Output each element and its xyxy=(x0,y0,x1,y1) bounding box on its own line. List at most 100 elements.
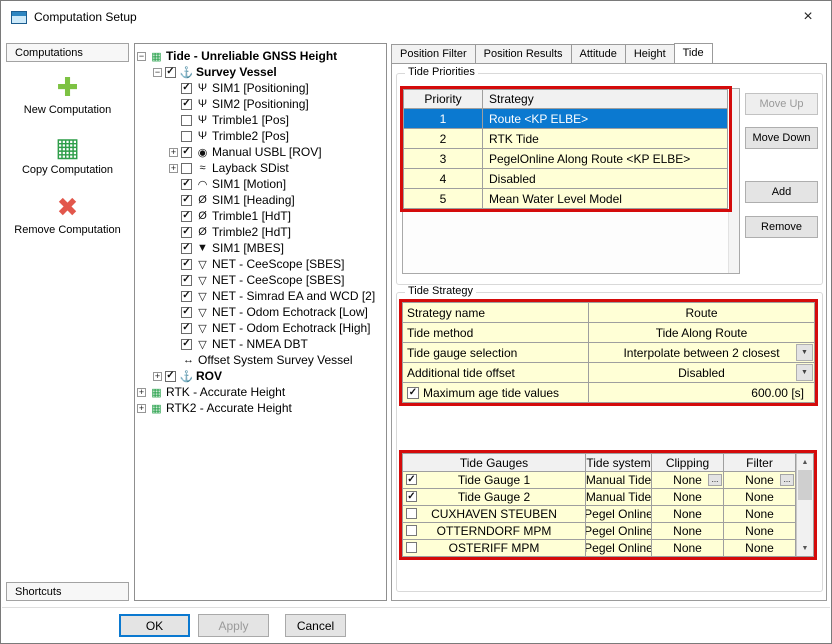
tree-checkbox[interactable] xyxy=(181,131,192,142)
scroll-down-button[interactable]: ▼ xyxy=(797,540,813,556)
tide-priorities-grid-host: PriorityStrategy1Route <KP ELBE>2RTK Tid… xyxy=(402,88,740,274)
gauge-row[interactable]: ✓Tide Gauge 1Manual TideNone...None... xyxy=(403,472,796,489)
expander-icon[interactable]: + xyxy=(153,372,162,381)
expander-icon[interactable]: − xyxy=(153,68,162,77)
tree-item[interactable]: ΨTrimble1 [Pos] xyxy=(135,112,386,128)
filter-more-button[interactable]: ... xyxy=(780,474,794,486)
priority-row[interactable]: 1Route <KP ELBE> xyxy=(403,109,729,129)
tree-item[interactable]: +✓◉Manual USBL [ROV] xyxy=(135,144,386,160)
tree-checkbox[interactable]: ✓ xyxy=(181,323,192,334)
tree-item[interactable]: +▦RTK - Accurate Height xyxy=(135,384,386,400)
tree-checkbox[interactable]: ✓ xyxy=(181,179,192,190)
tree-item[interactable]: ✓◠SIM1 [Motion] xyxy=(135,176,386,192)
tree-item[interactable]: ✓ΨSIM2 [Positioning] xyxy=(135,96,386,112)
gauge-checkbox[interactable]: ✓ xyxy=(406,474,417,485)
tree-checkbox[interactable]: ✓ xyxy=(181,211,192,222)
tree-item[interactable]: ✓▽NET - Simrad EA and WCD [2] xyxy=(135,288,386,304)
copy-computation-button[interactable]: ▦Copy Computation xyxy=(6,134,129,176)
expander-icon[interactable]: + xyxy=(137,388,146,397)
gauge-scrollbar[interactable]: ▲ ▼ xyxy=(796,454,813,556)
remove-button[interactable]: Remove xyxy=(745,216,818,238)
scroll-up-button[interactable]: ▲ xyxy=(797,454,813,470)
tree-checkbox[interactable] xyxy=(181,115,192,126)
clipping-more-button[interactable]: ... xyxy=(708,474,722,486)
expander-icon[interactable]: + xyxy=(169,164,178,173)
strategy-label: Tide gauge selection xyxy=(407,346,517,360)
computation-actions: ✚New Computation ▦Copy Computation ✖Remove… xyxy=(6,62,129,236)
tree-item[interactable]: ✓ØTrimble1 [HdT] xyxy=(135,208,386,224)
dropdown-button[interactable]: ▼ xyxy=(796,344,813,361)
tide-priorities-table: PriorityStrategy1Route <KP ELBE>2RTK Tid… xyxy=(403,89,729,209)
gauge-checkbox[interactable] xyxy=(406,508,417,519)
computations-header[interactable]: Computations xyxy=(6,43,129,62)
tree-item[interactable]: +≈Layback SDist xyxy=(135,160,386,176)
shortcuts-header[interactable]: Shortcuts xyxy=(6,582,129,601)
expander-icon[interactable]: + xyxy=(169,148,178,157)
tree-checkbox[interactable]: ✓ xyxy=(181,291,192,302)
gauge-checkbox[interactable] xyxy=(406,542,417,553)
tree-item[interactable]: ✓▽NET - CeeScope [SBES] xyxy=(135,272,386,288)
priority-row[interactable]: 2RTK Tide xyxy=(403,129,729,149)
tree-checkbox[interactable]: ✓ xyxy=(181,99,192,110)
tree-checkbox[interactable]: ✓ xyxy=(181,307,192,318)
tree-checkbox[interactable]: ✓ xyxy=(181,147,192,158)
tree-item[interactable]: −✓⚓Survey Vessel xyxy=(135,64,386,80)
tree-item[interactable]: ✓ΨSIM1 [Positioning] xyxy=(135,80,386,96)
tree-checkbox[interactable] xyxy=(181,163,192,174)
filter-value: None xyxy=(745,473,774,487)
priorities-scrollbar[interactable] xyxy=(728,89,739,273)
tree-item[interactable]: ✓▽NET - NMEA DBT xyxy=(135,336,386,352)
tree-checkbox[interactable]: ✓ xyxy=(181,339,192,350)
tree-item[interactable]: ✓▽NET - Odom Echotrack [Low] xyxy=(135,304,386,320)
tree-item[interactable]: +▦RTK2 - Accurate Height xyxy=(135,400,386,416)
tab-height[interactable]: Height xyxy=(625,44,675,63)
gauge-row[interactable]: OTTERNDORF MPMPegel OnlineNoneNone xyxy=(403,523,796,540)
tree-checkbox[interactable]: ✓ xyxy=(181,259,192,270)
add-button[interactable]: Add xyxy=(745,181,818,203)
gauge-row[interactable]: CUXHAVEN STEUBENPegel OnlineNoneNone xyxy=(403,506,796,523)
strategy-value-cell: Route xyxy=(589,303,815,323)
gauge-checkbox[interactable] xyxy=(406,525,417,536)
expander-icon[interactable]: + xyxy=(137,404,146,413)
tree-checkbox[interactable]: ✓ xyxy=(165,67,176,78)
cancel-button[interactable]: Cancel xyxy=(285,614,346,637)
tree-item[interactable]: ✓ØSIM1 [Heading] xyxy=(135,192,386,208)
priority-row[interactable]: 3PegelOnline Along Route <KP ELBE> xyxy=(403,149,729,169)
move-down-button[interactable]: Move Down xyxy=(745,127,818,149)
column-header: Strategy xyxy=(483,89,728,109)
close-button[interactable]: × xyxy=(785,1,831,32)
tree-item[interactable]: ↔Offset System Survey Vessel xyxy=(135,352,386,368)
tab-attitude[interactable]: Attitude xyxy=(571,44,626,63)
tab-tide[interactable]: Tide xyxy=(674,43,713,63)
tree-checkbox[interactable]: ✓ xyxy=(181,275,192,286)
new-computation-icon: ✚ xyxy=(57,74,79,101)
tree-item[interactable]: ✓▼SIM1 [MBES] xyxy=(135,240,386,256)
max-age-checkbox[interactable]: ✓ xyxy=(407,387,419,399)
new-computation-button[interactable]: ✚New Computation xyxy=(6,74,129,116)
tree-item[interactable]: ✓ØTrimble2 [HdT] xyxy=(135,224,386,240)
tree-checkbox[interactable]: ✓ xyxy=(181,243,192,254)
strategy-value-cell[interactable]: Interpolate between 2 closest▼ xyxy=(589,343,815,363)
tab-position-results[interactable]: Position Results xyxy=(475,44,572,63)
strategy-value-cell[interactable]: Disabled▼ xyxy=(589,363,815,383)
tree-item[interactable]: ✓▽NET - CeeScope [SBES] xyxy=(135,256,386,272)
remove-computation-button[interactable]: ✖Remove Computation xyxy=(6,194,129,236)
gauge-row[interactable]: ✓Tide Gauge 2Manual TideNoneNone xyxy=(403,489,796,506)
tree-item[interactable]: −▦Tide - Unreliable GNSS Height xyxy=(135,48,386,64)
tree-checkbox[interactable]: ✓ xyxy=(165,371,176,382)
priority-row[interactable]: 5Mean Water Level Model xyxy=(403,189,729,209)
tree-checkbox[interactable]: ✓ xyxy=(181,195,192,206)
tab-position-filter[interactable]: Position Filter xyxy=(391,44,476,63)
tree-checkbox[interactable]: ✓ xyxy=(181,83,192,94)
priority-row[interactable]: 4Disabled xyxy=(403,169,729,189)
dropdown-button[interactable]: ▼ xyxy=(796,364,813,381)
tree-item[interactable]: ✓▽NET - Odom Echotrack [High] xyxy=(135,320,386,336)
scrollbar-thumb[interactable] xyxy=(798,470,812,500)
ok-button[interactable]: OK xyxy=(119,614,190,637)
gauge-checkbox[interactable]: ✓ xyxy=(406,491,417,502)
tree-item[interactable]: ΨTrimble2 [Pos] xyxy=(135,128,386,144)
expander-icon[interactable]: − xyxy=(137,52,146,61)
tree-checkbox[interactable]: ✓ xyxy=(181,227,192,238)
gauge-row[interactable]: OSTERIFF MPMPegel OnlineNoneNone xyxy=(403,540,796,556)
tree-item[interactable]: +✓⚓ROV xyxy=(135,368,386,384)
